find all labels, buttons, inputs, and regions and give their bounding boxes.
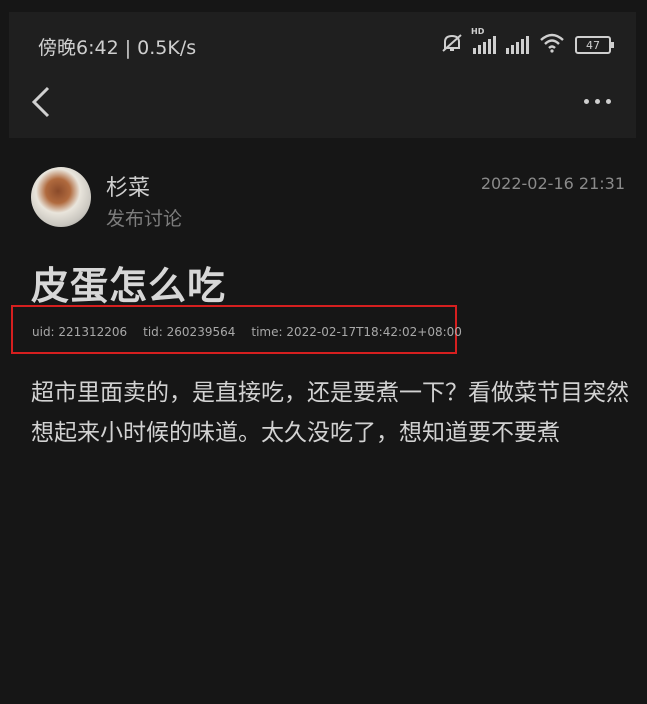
wifi-icon: [539, 33, 565, 57]
meta-tid: tid: 260239564: [143, 325, 236, 339]
mute-icon: [441, 33, 463, 57]
signal-icon: [506, 36, 529, 54]
post-meta: uid: 221312206 tid: 260239564 time: 2022…: [32, 325, 462, 339]
back-button[interactable]: [24, 82, 64, 122]
signal-icon: HD: [471, 27, 496, 54]
hd-label: HD: [471, 27, 485, 36]
meta-uid: uid: 221312206: [32, 325, 128, 339]
top-bar: [9, 12, 636, 138]
meta-time: time: 2022-02-17T18:42:02+08:00: [251, 325, 462, 339]
post-title: 皮蛋怎么吃: [31, 264, 227, 308]
post-date: 2022-02-16 21:31: [480, 174, 625, 193]
post-action: 发布讨论: [106, 208, 183, 230]
avatar[interactable]: [31, 167, 91, 227]
author-name[interactable]: 杉菜: [106, 170, 150, 202]
post-body: 超市里面卖的，是直接吃，还是要煮一下？看做菜节目突然想起来小时候的味道。太久没吃…: [31, 380, 629, 446]
chevron-left-icon: [31, 86, 50, 118]
battery-icon: 47: [575, 36, 614, 54]
more-horizontal-icon: [583, 98, 589, 104]
status-time: 傍晚6:42 | 0.5K/s: [38, 37, 197, 59]
status-icons: HD 47: [441, 27, 614, 57]
more-options-button[interactable]: [577, 86, 617, 116]
